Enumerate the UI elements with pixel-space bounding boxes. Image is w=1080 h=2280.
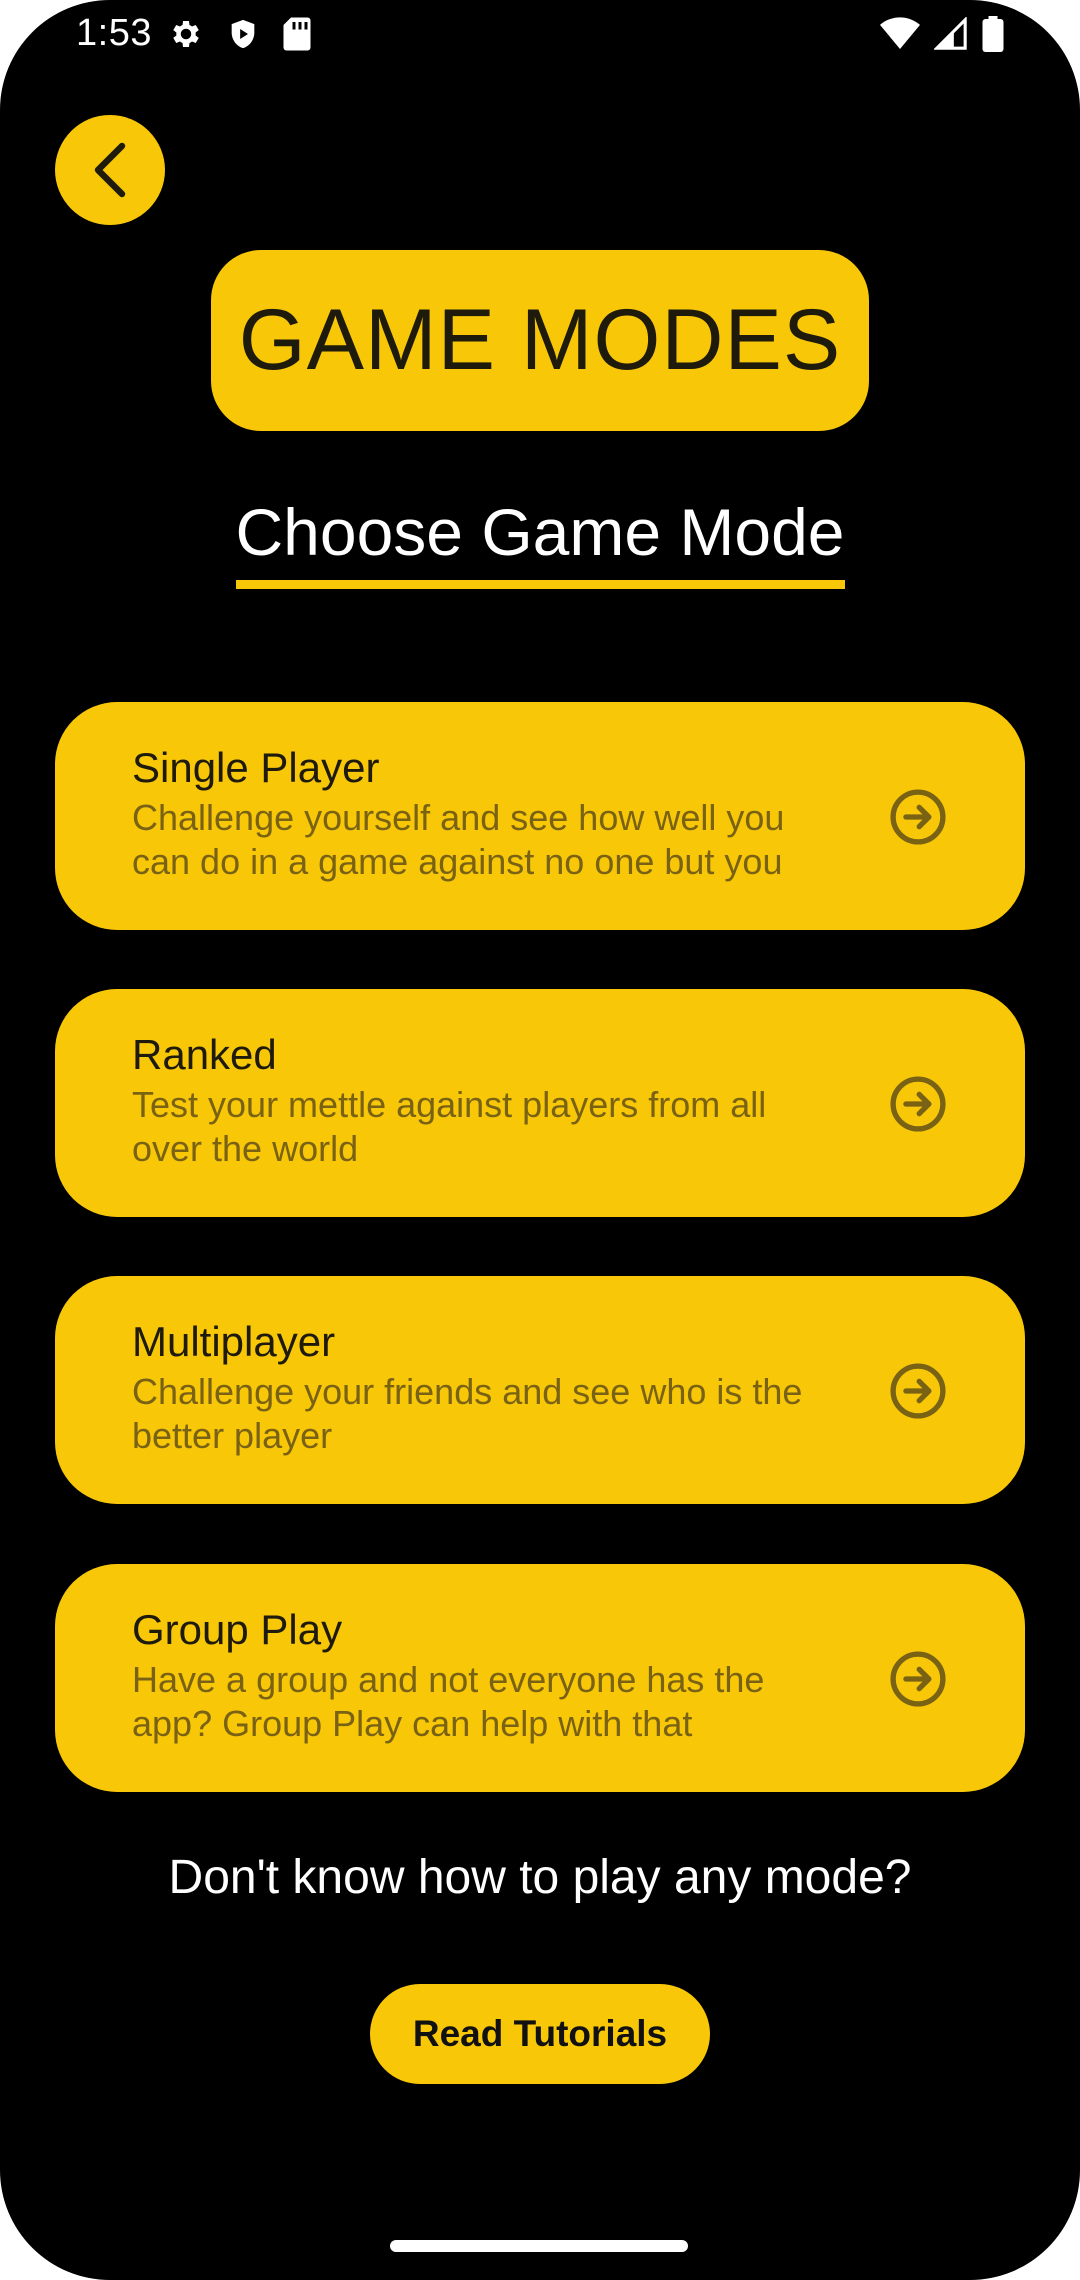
subtitle-container: Choose Game Mode [0, 490, 1080, 589]
back-button[interactable] [55, 115, 165, 225]
arrow-right-circle-icon [890, 1363, 946, 1419]
page-title: GAME MODES [238, 292, 842, 388]
mode-card-single-player[interactable]: Single Player Challenge yourself and see… [55, 702, 1025, 930]
app-screen: 1:53 GAME MODES Choose Game Mode Single … [0, 0, 1080, 2280]
status-right-icons [880, 16, 1004, 52]
arrow-right-circle-icon [890, 1076, 946, 1132]
gear-icon [173, 20, 199, 48]
mode-card-ranked[interactable]: Ranked Test your mettle against players … [55, 989, 1025, 1217]
tutorial-prompt-text: Don't know how to play any mode? [168, 1851, 912, 1904]
mode-description: Challenge your friends and see who is th… [132, 1371, 803, 1456]
mode-card-multiplayer[interactable]: Multiplayer Challenge your friends and s… [55, 1276, 1025, 1504]
mode-description: Test your mettle against players from al… [132, 1084, 767, 1169]
cell-signal-icon [934, 17, 967, 50]
wifi-icon [880, 17, 920, 49]
status-time: 1:53 [76, 12, 152, 54]
mode-name: Single Player [132, 744, 380, 791]
mode-name: Multiplayer [132, 1318, 336, 1365]
mode-description: Challenge yourself and see how well you … [132, 797, 785, 882]
home-gesture-bar[interactable] [390, 2240, 688, 2252]
arrow-right-circle-icon [890, 789, 946, 845]
arrow-right-circle-icon [890, 1651, 946, 1707]
read-tutorials-button[interactable]: Read Tutorials [370, 1984, 710, 2084]
page-title-pill: GAME MODES [211, 250, 869, 431]
mode-name: Group Play [132, 1606, 343, 1653]
status-left-icons [168, 16, 312, 52]
mode-card-group-play[interactable]: Group Play Have a group and not everyone… [55, 1564, 1025, 1792]
shield-icon [231, 19, 255, 49]
sd-card-icon [283, 17, 311, 51]
read-tutorials-label: Read Tutorials [412, 2013, 668, 2054]
status-bar: 1:53 [0, 0, 1080, 72]
mode-name: Ranked [132, 1031, 277, 1078]
page-subtitle: Choose Game Mode [235, 490, 845, 589]
chevron-left-icon [94, 142, 126, 198]
mode-description: Have a group and not everyone has the ap… [132, 1659, 765, 1744]
battery-icon [982, 16, 1004, 52]
